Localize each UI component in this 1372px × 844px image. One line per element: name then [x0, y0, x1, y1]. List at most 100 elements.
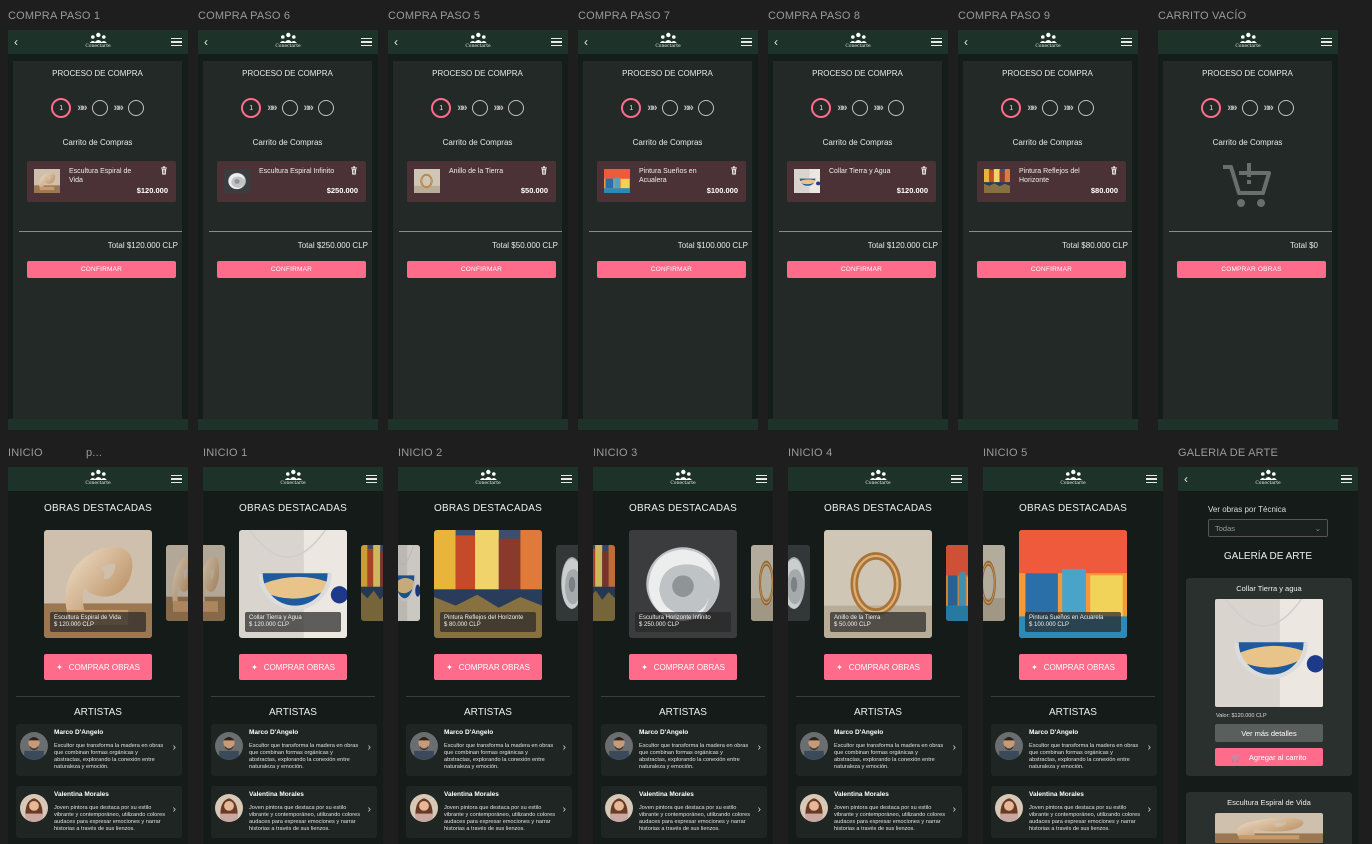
details-button[interactable]: Ver más detalles [1215, 724, 1323, 742]
item-thumbnail [794, 168, 821, 193]
hamburger-menu-icon[interactable] [361, 37, 372, 47]
featured-carousel[interactable]: Escultura Espiral de Vida $ 120.000 CLP [8, 530, 188, 638]
artist-card[interactable]: Valentina Morales Joven pintora que dest… [601, 786, 767, 838]
carousel-main-image[interactable]: Pintura Reflejos del Horizonte $ 80.000 … [434, 530, 542, 638]
back-arrow-icon[interactable]: ‹ [964, 36, 976, 48]
hamburger-menu-icon[interactable] [931, 37, 942, 47]
artist-card[interactable]: Valentina Morales Joven pintora que dest… [16, 786, 182, 838]
cart-item: Escultura Espiral de Vida $120.000 [27, 161, 176, 202]
hamburger-menu-icon[interactable] [561, 474, 572, 484]
frame-label: COMPRA PASO 8 [768, 10, 861, 22]
back-arrow-icon[interactable]: ‹ [1184, 473, 1196, 485]
chevron-right-icon[interactable]: › [173, 804, 176, 815]
carousel-main-image[interactable]: Anillo de la Tierra $ 50.000 CLP [824, 530, 932, 638]
trash-icon[interactable] [920, 166, 928, 175]
back-arrow-icon[interactable]: ‹ [774, 36, 786, 48]
carousel-next-image[interactable] [166, 545, 188, 621]
item-thumbnail [34, 169, 60, 193]
carousel-prev-image[interactable] [983, 545, 1005, 621]
confirm-button[interactable]: CONFIRMAR [597, 261, 746, 278]
sparkle-icon: ✦ [56, 662, 63, 672]
buy-artworks-button[interactable]: COMPRAR OBRAS [1177, 261, 1326, 278]
buy-artworks-button[interactable]: ✦ COMPRAR OBRAS [239, 654, 347, 680]
chevron-right-icon[interactable]: › [1148, 804, 1151, 815]
featured-carousel[interactable]: Pintura Reflejos del Horizonte $ 80.000 … [398, 530, 578, 638]
carousel-next-image[interactable] [751, 545, 773, 621]
logo-text: Conectarte [1255, 481, 1281, 486]
chevron-right-icon[interactable]: › [563, 742, 566, 753]
carousel-next-image[interactable] [556, 545, 578, 621]
chevron-right-icon[interactable]: › [368, 742, 371, 753]
hamburger-menu-icon[interactable] [171, 37, 182, 47]
hamburger-menu-icon[interactable] [1341, 474, 1352, 484]
artist-card[interactable]: Valentina Morales Joven pintora que dest… [991, 786, 1157, 838]
featured-carousel[interactable]: Pintura Sueños en Acuarela $ 100.000 CLP [983, 530, 1163, 638]
hamburger-menu-icon[interactable] [551, 37, 562, 47]
step-circle-active: 1 [431, 98, 452, 118]
buy-artworks-button[interactable]: ✦ COMPRAR OBRAS [44, 654, 152, 680]
artwork-image[interactable] [1215, 599, 1323, 707]
hamburger-menu-icon[interactable] [1321, 37, 1332, 47]
artist-card[interactable]: Marco D'Angelo Escultor que transforma l… [211, 724, 377, 776]
chevron-right-icon[interactable]: › [758, 742, 761, 753]
artist-card[interactable]: Marco D'Angelo Escultor que transforma l… [16, 724, 182, 776]
buy-artworks-button[interactable]: ✦ COMPRAR OBRAS [629, 654, 737, 680]
hamburger-menu-icon[interactable] [366, 474, 377, 484]
back-arrow-icon[interactable]: ‹ [204, 36, 216, 48]
hamburger-menu-icon[interactable] [171, 474, 182, 484]
hamburger-menu-icon[interactable] [1146, 474, 1157, 484]
carousel-next-image[interactable] [361, 545, 383, 621]
trash-icon[interactable] [540, 166, 548, 175]
carousel-main-image[interactable]: Pintura Sueños en Acuarela $ 100.000 CLP [1019, 530, 1127, 638]
confirm-button[interactable]: CONFIRMAR [407, 261, 556, 278]
trash-icon[interactable] [730, 166, 738, 175]
artist-card[interactable]: Marco D'Angelo Escultor que transforma l… [601, 724, 767, 776]
chevron-right-icon[interactable]: › [368, 804, 371, 815]
carousel-prev-image[interactable] [788, 545, 810, 621]
chevron-right-icon[interactable]: › [173, 742, 176, 753]
confirm-button[interactable]: CONFIRMAR [787, 261, 936, 278]
buy-artworks-button[interactable]: ✦ COMPRAR OBRAS [1019, 654, 1127, 680]
trash-icon[interactable] [160, 166, 168, 175]
carousel-next-image[interactable] [946, 545, 968, 621]
chevron-right-icon[interactable]: › [758, 804, 761, 815]
hamburger-menu-icon[interactable] [741, 37, 752, 47]
carousel-prev-image[interactable] [593, 545, 615, 621]
sparkle-icon: ✦ [836, 662, 843, 672]
chevron-right-icon[interactable]: › [563, 804, 566, 815]
artist-card[interactable]: Valentina Morales Joven pintora que dest… [406, 786, 572, 838]
carousel-main-image[interactable]: Collar Tierra y Agua $ 120.000 CLP [239, 530, 347, 638]
buy-artworks-button[interactable]: ✦ COMPRAR OBRAS [434, 654, 542, 680]
back-arrow-icon[interactable]: ‹ [584, 36, 596, 48]
confirm-button[interactable]: CONFIRMAR [977, 261, 1126, 278]
add-to-cart-button[interactable]: 🛒 Agregar al carrito [1215, 748, 1323, 766]
hamburger-menu-icon[interactable] [951, 474, 962, 484]
back-arrow-icon[interactable]: ‹ [14, 36, 26, 48]
buy-artworks-button[interactable]: ✦ COMPRAR OBRAS [824, 654, 932, 680]
chevron-right-icon[interactable]: › [953, 742, 956, 753]
carousel-main-image[interactable]: Escultura Espiral de Vida $ 120.000 CLP [44, 530, 152, 638]
back-arrow-icon[interactable]: ‹ [394, 36, 406, 48]
carousel-prev-image[interactable] [398, 545, 420, 621]
artist-card[interactable]: Valentina Morales Joven pintora que dest… [211, 786, 377, 838]
hamburger-menu-icon[interactable] [756, 474, 767, 484]
hamburger-menu-icon[interactable] [1121, 37, 1132, 47]
chevron-down-icon: ⌄ [1314, 523, 1321, 533]
featured-carousel[interactable]: Escultura Horizonte Infinito $ 250.000 C… [593, 530, 773, 638]
confirm-button[interactable]: CONFIRMAR [27, 261, 176, 278]
technique-select[interactable]: Todas ⌄ [1208, 519, 1328, 537]
artist-card[interactable]: Valentina Morales Joven pintora que dest… [796, 786, 962, 838]
artist-card[interactable]: Marco D'Angelo Escultor que transforma l… [991, 724, 1157, 776]
trash-icon[interactable] [350, 166, 358, 175]
confirm-button[interactable]: CONFIRMAR [217, 261, 366, 278]
featured-carousel[interactable]: Anillo de la Tierra $ 50.000 CLP [788, 530, 968, 638]
artist-card[interactable]: Marco D'Angelo Escultor que transforma l… [406, 724, 572, 776]
carousel-main-image[interactable]: Escultura Horizonte Infinito $ 250.000 C… [629, 530, 737, 638]
artwork-image[interactable] [1215, 813, 1323, 843]
featured-carousel[interactable]: Collar Tierra y Agua $ 120.000 CLP [203, 530, 383, 638]
artist-card[interactable]: Marco D'Angelo Escultor que transforma l… [796, 724, 962, 776]
carousel-prev-image[interactable] [203, 545, 225, 621]
chevron-right-icon[interactable]: › [953, 804, 956, 815]
chevron-right-icon[interactable]: › [1148, 742, 1151, 753]
trash-icon[interactable] [1110, 166, 1118, 175]
